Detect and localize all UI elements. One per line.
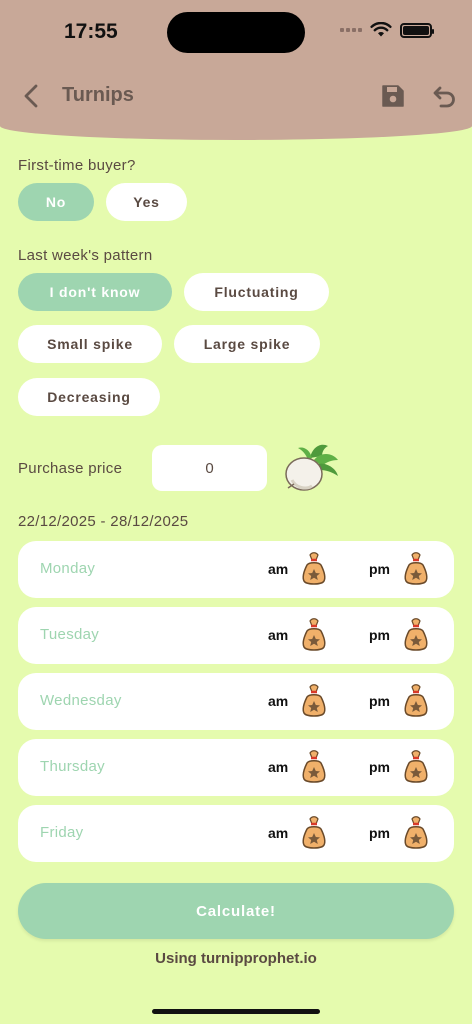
week-range: 22/12/2025 - 28/12/2025 — [18, 513, 189, 530]
am-label: am — [268, 825, 289, 841]
bell-bag-pm-icon[interactable] — [401, 551, 431, 587]
purchase-price-input[interactable]: 0 — [152, 445, 267, 491]
page-title: Turnips — [62, 84, 134, 106]
save-icon[interactable] — [380, 83, 406, 109]
bell-bag-pm-icon[interactable] — [401, 617, 431, 653]
bell-bag-am-icon[interactable] — [299, 617, 329, 653]
day-card-wednesday: Wednesday am pm — [18, 673, 454, 730]
pattern-decreasing-button[interactable]: Decreasing — [18, 378, 160, 416]
am-label: am — [268, 627, 289, 643]
pm-label: pm — [369, 759, 390, 775]
first-time-yes-button[interactable]: Yes — [106, 183, 187, 221]
day-name: Tuesday — [40, 626, 100, 643]
cellular-signal-icon — [340, 28, 362, 32]
am-label: am — [268, 561, 289, 577]
am-label: am — [268, 693, 289, 709]
status-time: 17:55 — [64, 20, 118, 43]
bell-bag-pm-icon[interactable] — [401, 749, 431, 785]
home-indicator — [152, 1009, 320, 1014]
pattern-fluctuating-button[interactable]: Fluctuating — [184, 273, 329, 311]
wifi-icon — [370, 22, 392, 37]
day-name: Monday — [40, 560, 96, 577]
bell-bag-am-icon[interactable] — [299, 683, 329, 719]
day-card-friday: Friday am pm — [18, 805, 454, 862]
pm-label: pm — [369, 693, 390, 709]
pattern-label: Last week's pattern — [18, 247, 153, 264]
pattern-small-spike-button[interactable]: Small spike — [18, 325, 162, 363]
first-time-no-button[interactable]: No — [18, 183, 94, 221]
am-label: am — [268, 759, 289, 775]
purchase-price-label: Purchase price — [18, 460, 123, 477]
bell-bag-am-icon[interactable] — [299, 749, 329, 785]
day-card-thursday: Thursday am pm — [18, 739, 454, 796]
back-chevron-icon[interactable] — [20, 82, 44, 110]
pattern-unknown-button[interactable]: I don't know — [18, 273, 172, 311]
bell-bag-pm-icon[interactable] — [401, 683, 431, 719]
first-time-buyer-label: First-time buyer? — [18, 157, 136, 174]
turnip-icon — [285, 444, 338, 491]
pm-label: pm — [369, 561, 390, 577]
battery-icon — [400, 22, 434, 38]
day-name: Thursday — [40, 758, 105, 775]
day-card-tuesday: Tuesday am pm — [18, 607, 454, 664]
undo-icon[interactable] — [432, 83, 458, 109]
pm-label: pm — [369, 825, 390, 841]
bell-bag-am-icon[interactable] — [299, 815, 329, 851]
pattern-large-spike-button[interactable]: Large spike — [174, 325, 320, 363]
calculate-button[interactable]: Calculate! — [18, 883, 454, 939]
day-card-monday: Monday am pm — [18, 541, 454, 598]
day-name: Friday — [40, 824, 84, 841]
day-name: Wednesday — [40, 692, 122, 709]
dynamic-island — [167, 12, 305, 53]
status-icons — [340, 22, 434, 38]
pm-label: pm — [369, 627, 390, 643]
bell-bag-am-icon[interactable] — [299, 551, 329, 587]
bell-bag-pm-icon[interactable] — [401, 815, 431, 851]
source-note: Using turnipprophet.io — [155, 950, 317, 967]
